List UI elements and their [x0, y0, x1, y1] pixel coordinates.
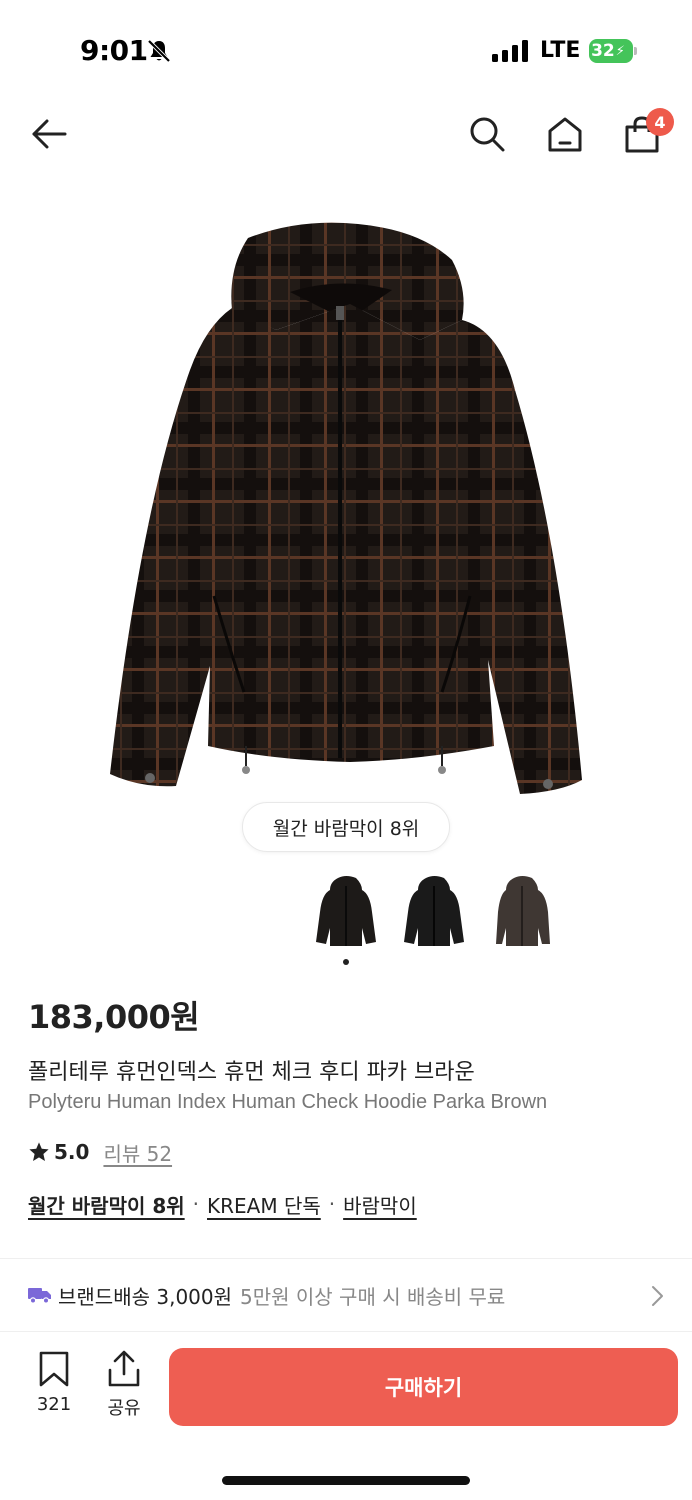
bookmark-count: 321 — [36, 1394, 72, 1415]
tag-row: 월간 바람막이 8위 · KREAM 단독 · 바람막이 — [28, 1189, 417, 1219]
bookmark-icon — [39, 1351, 69, 1387]
star-icon — [29, 1142, 49, 1161]
tag-rank[interactable]: 월간 바람막이 8위 — [28, 1190, 185, 1219]
home-indicator — [222, 1476, 470, 1485]
share-label: 공유 — [107, 1398, 141, 1419]
delivery-text: 브랜드배송 3,000원 5만원 이상 구매 시 배송비 무료 — [58, 1281, 505, 1310]
delivery-fee: 브랜드배송 3,000원 — [58, 1285, 233, 1309]
top-nav — [0, 100, 692, 168]
cart-count-badge: 4 — [646, 108, 674, 136]
thumbnail-1[interactable] — [314, 872, 378, 952]
rating-row: 5.0 리뷰 52 — [28, 1138, 172, 1166]
tag-separator: · — [192, 1192, 200, 1216]
thumbnail-indicator — [343, 959, 349, 965]
status-bar: 9:01 LTE 32 ⚡ — [0, 0, 692, 100]
buy-button[interactable]: 구매하기 — [169, 1348, 678, 1426]
bell-slash-icon — [147, 39, 171, 63]
tag-category[interactable]: 바람막이 — [343, 1190, 417, 1219]
delivery-info-row[interactable]: 브랜드배송 3,000원 5만원 이상 구매 시 배송비 무료 — [0, 1259, 692, 1331]
home-button[interactable] — [543, 112, 587, 156]
arrow-left-icon — [32, 119, 67, 149]
product-image[interactable] — [0, 180, 692, 820]
battery-icon: 32 ⚡ — [589, 39, 637, 63]
rank-badge[interactable]: 월간 바람막이 8위 — [242, 802, 450, 852]
battery-level: 32 — [591, 41, 615, 61]
bookmark-button[interactable]: 321 — [28, 1350, 80, 1420]
share-button[interactable]: 공유 — [98, 1350, 150, 1420]
product-price: 183,000원 — [28, 998, 200, 1036]
share-icon — [108, 1350, 140, 1387]
search-button[interactable] — [465, 112, 509, 156]
tag-separator: · — [328, 1192, 336, 1216]
thumbnail-2[interactable] — [402, 872, 466, 952]
truck-icon — [28, 1288, 51, 1304]
delivery-condition: 5만원 이상 구매 시 배송비 무료 — [240, 1285, 506, 1309]
tag-exclusive[interactable]: KREAM 단독 — [207, 1190, 321, 1219]
search-icon — [470, 117, 505, 152]
home-icon — [548, 117, 582, 152]
signal-icon — [492, 40, 528, 62]
review-link[interactable]: 리뷰 52 — [103, 1138, 172, 1167]
thumbnail-3[interactable] — [490, 872, 554, 952]
bottom-action-bar: 321 공유 구매하기 — [0, 1332, 692, 1442]
product-name-korean: 폴리테루 휴먼인덱스 휴먼 체크 후디 파카 브라운 — [28, 1060, 475, 1085]
thumbnail-strip — [0, 872, 692, 952]
status-time: 9:01 — [80, 34, 148, 67]
product-name-english: Polyteru Human Index Human Check Hoodie … — [28, 1091, 548, 1113]
rating-value: 5.0 — [54, 1140, 90, 1164]
back-button[interactable] — [26, 112, 70, 156]
network-type: LTE — [540, 38, 581, 63]
chevron-right-icon — [652, 1286, 663, 1306]
